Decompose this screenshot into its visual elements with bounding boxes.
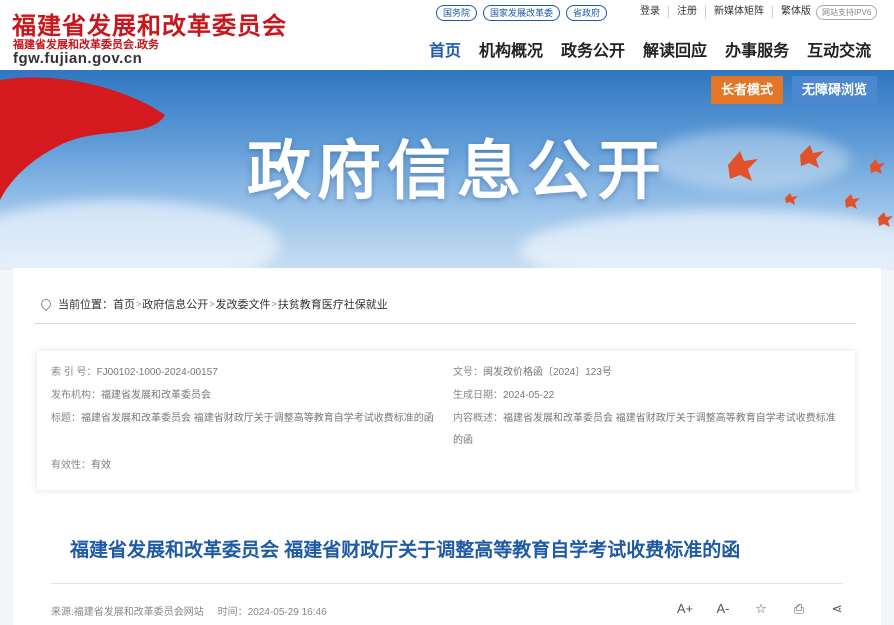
print-icon[interactable]: ⎙ — [790, 601, 808, 617]
meta-title: 标题：福建省发展和改革委员会 福建省财政厅关于调整高等教育自学考试收费标准的函 — [51, 413, 434, 424]
breadcrumb-separator: > — [209, 299, 215, 309]
breadcrumb-separator: > — [271, 299, 277, 309]
ipv6-badge: 网站支持IPV6 — [816, 5, 878, 20]
article-time: 2024-05-29 16:46 — [247, 607, 327, 618]
bird-flock-icon — [728, 145, 893, 227]
accessible-mode-button[interactable]: 无障碍浏览 — [792, 76, 878, 104]
main-nav: 首页 机构概况 政务公开 解读回应 办事服务 互动交流 — [420, 37, 880, 61]
breadcrumb-prefix: 当前位置： — [58, 299, 113, 311]
nav-services[interactable]: 办事服务 — [725, 37, 789, 61]
link-ndrc[interactable]: 国家发展改革委 — [483, 5, 561, 21]
new-media-link[interactable]: 新媒体矩阵 — [706, 6, 773, 18]
nav-government-affairs[interactable]: 政务公开 — [561, 37, 625, 61]
meta-doc-no: 文号：闽发改价格函〔2024〕123号 — [453, 367, 612, 378]
meta-validity: 有效性：有效 — [51, 460, 111, 471]
link-state-council[interactable]: 国务院 — [436, 5, 478, 21]
elder-mode-button[interactable]: 长者模式 — [711, 76, 784, 104]
article-source: 福建省发展和改革委员会网站 — [73, 607, 204, 618]
meta-date: 生成日期：2024-05-22 — [453, 390, 555, 401]
breadcrumb-divider — [35, 323, 856, 324]
banner-title: 政府信息公开 — [247, 135, 667, 207]
article-title: 福建省发展和改革委员会 福建省财政厅关于调整高等教育自学考试收费标准的函 — [70, 540, 741, 561]
nav-about[interactable]: 机构概况 — [479, 37, 543, 61]
breadcrumb-documents[interactable]: 发改委文件 — [216, 296, 271, 312]
red-flag-shape — [0, 77, 165, 200]
breadcrumb-category[interactable]: 扶贫教育医疗社保就业 — [278, 296, 388, 312]
top-links: 登录 注册 新媒体矩阵 繁体版 — [632, 6, 819, 18]
article-tools: A+ A- ☆ ⎙ ⋖ — [676, 601, 846, 617]
font-decrease-icon[interactable]: A- — [714, 601, 732, 617]
document-meta-box: 索 引 号：FJ00102-1000-2024-00157 文号：闽发改价格函〔… — [37, 351, 855, 490]
link-provincial-gov[interactable]: 省政府 — [566, 5, 608, 21]
breadcrumb-separator: > — [136, 299, 142, 309]
breadcrumb-gov-info[interactable]: 政府信息公开 — [142, 296, 208, 312]
meta-summary: 内容概述：福建省发展和改革委员会 福建省财政厅关于调整高等教育自学考试收费标准的… — [453, 413, 836, 446]
nav-interaction[interactable]: 互动交流 — [807, 37, 871, 61]
breadcrumb-home[interactable]: 首页 — [113, 296, 135, 312]
article-source-line: 来源:福建省发展和改革委员会网站 时间：2024-05-29 16:46 — [51, 607, 327, 618]
login-link[interactable]: 登录 — [632, 6, 669, 18]
site-header: 福建省发展和改革委员会 福建省发展和改革委员会.政务 fgw.fujian.go… — [0, 0, 894, 70]
traditional-chinese-link[interactable]: 繁体版 — [773, 6, 819, 18]
location-icon — [38, 296, 54, 312]
font-increase-icon[interactable]: A+ — [676, 601, 694, 617]
favorite-star-icon[interactable]: ☆ — [752, 601, 770, 617]
share-icon[interactable]: ⋖ — [828, 601, 846, 617]
quick-links: 国务院 国家发展改革委 省政府 — [436, 5, 608, 21]
page-banner: 政府信息公开 长者模式 无障碍浏览 — [0, 70, 894, 270]
meta-publisher: 发布机构：福建省发展和改革委员会 — [51, 390, 211, 401]
meta-index-no: 索 引 号：FJ00102-1000-2024-00157 — [51, 367, 218, 378]
title-divider — [51, 583, 843, 584]
site-domain: fgw.fujian.gov.cn — [13, 50, 143, 67]
nav-home[interactable]: 首页 — [429, 37, 461, 61]
content-card: 当前位置： 首页 > 政府信息公开 > 发改委文件 > 扶贫教育医疗社保就业 索… — [13, 268, 881, 625]
nav-interpretation[interactable]: 解读回应 — [643, 37, 707, 61]
breadcrumb: 当前位置： 首页 > 政府信息公开 > 发改委文件 > 扶贫教育医疗社保就业 — [38, 296, 388, 312]
register-link[interactable]: 注册 — [669, 6, 706, 18]
